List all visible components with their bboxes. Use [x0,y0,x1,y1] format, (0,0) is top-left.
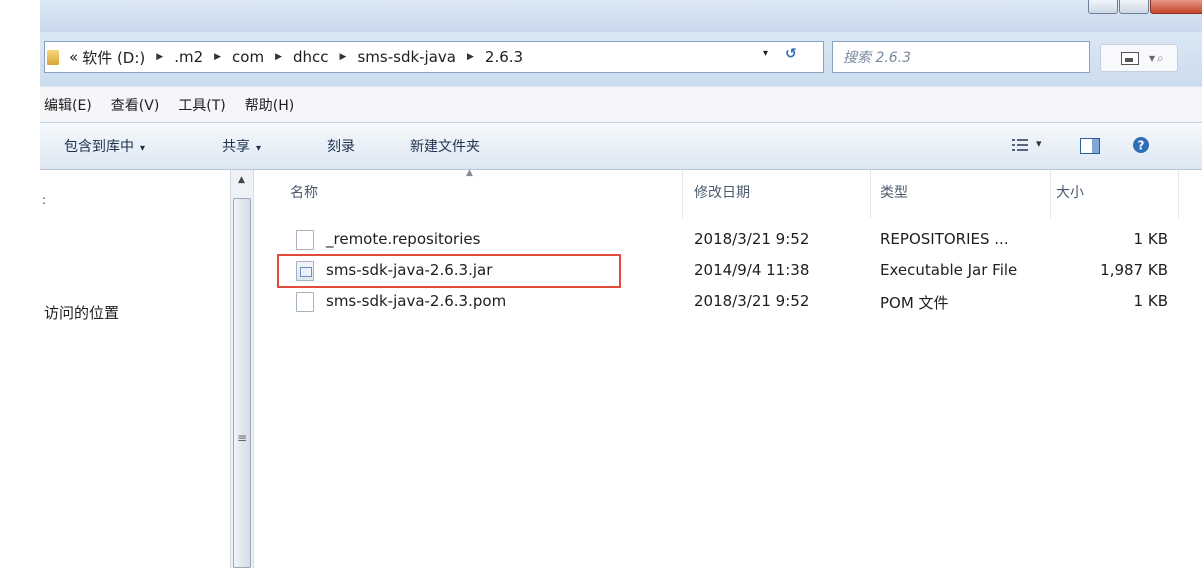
file-row[interactable]: sms-sdk-java-2.6.3.pom 2018/3/21 9:52 PO… [254,290,1202,314]
breadcrumb-sms-sdk-java[interactable]: sms-sdk-java [355,48,458,66]
address-dropdown-icon[interactable]: ▾ [763,48,768,59]
chevron-down-icon: ▾ [256,143,262,154]
minimize-button[interactable] [1088,0,1118,14]
folder-icon [47,49,59,65]
menu-edit[interactable]: 编辑(E) [44,95,92,115]
help-glyph: ? [1138,139,1145,153]
menu-bar: 编辑(E) 查看(V) 工具(T) 帮助(H) [40,86,1202,122]
grip-icon: ≡ [237,431,248,445]
breadcrumb-arrow-icon[interactable]: ▶ [340,52,347,62]
nav-mark: : [42,193,47,207]
share-label: 共享 [222,139,250,155]
maximize-button[interactable] [1119,0,1149,14]
breadcrumb-overflow[interactable]: « [67,48,80,66]
menu-view[interactable]: 查看(V) [111,95,160,115]
sort-ascending-icon: ▲ [466,168,473,178]
column-name[interactable]: 名称 [290,182,318,202]
file-date: 2018/3/21 9:52 [694,292,810,310]
preview-pane-icon[interactable] [1080,138,1100,154]
preview-picture-button[interactable]: ▾ ⌕ [1100,44,1178,72]
column-header: 名称 ▲ 修改日期 类型 大小 [254,168,1202,218]
file-row[interactable]: _remote.repositories 2018/3/21 9:52 REPO… [254,228,1202,252]
view-options-chevron-icon[interactable]: ▾ [1036,137,1042,150]
column-divider[interactable] [1050,170,1051,218]
breadcrumb-drive[interactable]: 软件 (D:) [80,47,147,68]
explorer-window: « 软件 (D:) ▶ .m2 ▶ com ▶ dhcc ▶ sms-sdk-j… [40,0,1202,568]
blank-file-icon [296,292,314,312]
close-button[interactable] [1150,0,1202,14]
column-divider[interactable] [682,170,683,218]
breadcrumb-arrow-icon[interactable]: ▶ [156,52,163,62]
picture-icon [1121,51,1139,65]
breadcrumb-dhcc[interactable]: dhcc [291,48,331,66]
file-size: 1 KB [1133,230,1168,248]
chevron-down-icon[interactable]: ▾ [1149,51,1155,65]
highlight-box [277,254,621,288]
menu-tools[interactable]: 工具(T) [178,95,225,115]
share-button[interactable]: 共享 ▾ [222,136,261,156]
scrollbar-thumb[interactable]: ≡ [233,198,251,568]
file-size: 1,987 KB [1100,261,1168,279]
new-folder-button[interactable]: 新建文件夹 [410,136,480,156]
breadcrumb-arrow-icon[interactable]: ▶ [275,52,282,62]
file-date: 2014/9/4 11:38 [694,261,810,279]
search-icon[interactable]: ⌕ [1157,51,1164,66]
breadcrumb-m2[interactable]: .m2 [172,48,205,66]
nav-item-recent-places[interactable]: 访问的位置 [44,302,119,323]
breadcrumb-arrow-icon[interactable]: ▶ [214,52,221,62]
view-list-icon[interactable] [1012,138,1028,152]
file-type: POM 文件 [880,294,949,312]
address-row: « 软件 (D:) ▶ .m2 ▶ com ▶ dhcc ▶ sms-sdk-j… [40,32,1202,86]
column-size[interactable]: 大小 [1056,182,1084,202]
column-date-modified[interactable]: 修改日期 [694,182,750,202]
file-name: _remote.repositories [326,230,481,248]
column-divider[interactable] [870,170,871,218]
file-size: 1 KB [1133,292,1168,310]
command-bar: 包含到库中 ▾ 共享 ▾ 刻录 新建文件夹 ▾ ? [40,122,1202,170]
include-in-library-label: 包含到库中 [64,139,134,155]
search-placeholder: 搜索 2.6.3 [843,50,912,66]
include-in-library-button[interactable]: 包含到库中 ▾ [64,136,145,156]
file-type: Executable Jar File [880,261,1018,279]
file-date: 2018/3/21 9:52 [694,230,810,248]
column-type[interactable]: 类型 [880,182,908,202]
title-bar [40,0,1202,32]
refresh-icon[interactable]: ↺ [785,46,797,62]
menu-help[interactable]: 帮助(H) [245,95,294,115]
help-icon[interactable]: ? [1132,136,1150,154]
burn-button[interactable]: 刻录 [327,136,355,156]
window-controls [1087,0,1202,14]
chevron-down-icon: ▾ [140,143,146,154]
breadcrumb-com[interactable]: com [230,48,266,66]
address-bar[interactable]: « 软件 (D:) ▶ .m2 ▶ com ▶ dhcc ▶ sms-sdk-j… [44,41,824,73]
file-name: sms-sdk-java-2.6.3.pom [326,292,507,310]
blank-file-icon [296,230,314,250]
scroll-up-icon[interactable]: ▲ [238,175,245,185]
navigation-scrollbar[interactable]: ▲ ≡ [230,170,254,568]
search-input[interactable]: 搜索 2.6.3 [832,41,1090,73]
breadcrumb-version[interactable]: 2.6.3 [483,48,525,66]
breadcrumb-arrow-icon[interactable]: ▶ [467,52,474,62]
column-divider[interactable] [1178,170,1179,218]
file-type: REPOSITORIES ... [880,230,1009,248]
